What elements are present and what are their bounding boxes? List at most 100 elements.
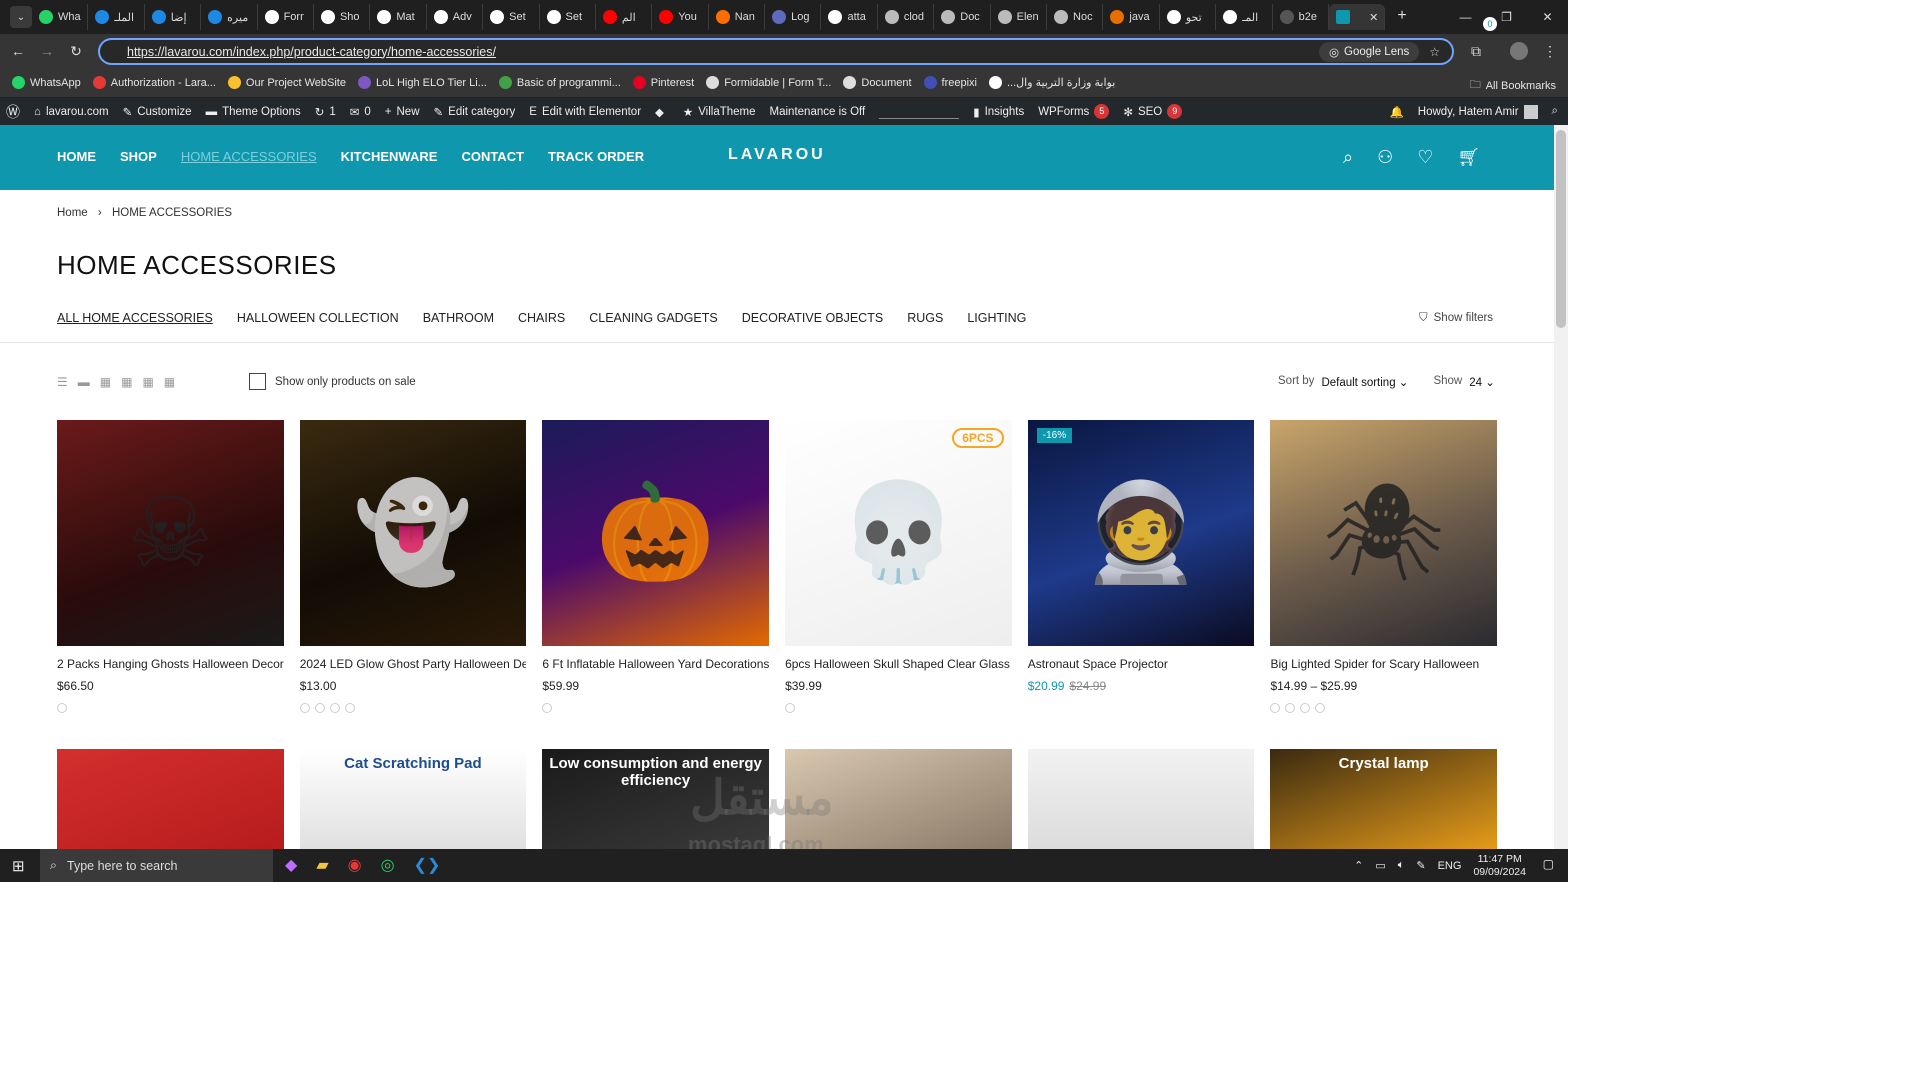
product-name[interactable]: Astronaut Space Projector [1028,657,1255,671]
subcategory-link[interactable]: ALL HOME ACCESSORIES [57,311,213,325]
browser-tab[interactable]: clod [878,4,935,30]
product-image[interactable]: 👻 [299,420,527,646]
product-image[interactable] [1027,749,1255,849]
product-name[interactable]: Big Lighted Spider for Scary Halloween [1270,657,1497,671]
grid-2-view-icon[interactable]: ▦ [100,375,111,389]
search-icon[interactable]: ⌕ [1343,147,1353,168]
browser-tab[interactable]: Nan [709,4,766,30]
network-icon[interactable]: ▭ [1375,859,1385,872]
subcategory-link[interactable]: BATHROOM [423,311,494,325]
admin-bar-item[interactable]: ↻ 1 [315,105,336,119]
swatch[interactable] [299,703,310,713]
grid-4-view-icon[interactable]: ▦ [142,375,153,389]
minimize-button[interactable]: — [1445,0,1486,34]
product-image[interactable]: 💀 6PCS [785,420,1012,646]
menu-icon[interactable]: ⋮ [1540,41,1560,61]
close-window-button[interactable]: ✕ [1527,0,1568,34]
bookmark-item[interactable]: LoL High ELO Tier Li... [357,76,487,89]
close-tab-icon[interactable]: ✕ [1369,11,1378,24]
all-bookmarks[interactable]: 🗀 All Bookmarks [1470,76,1556,95]
browser-tab[interactable]: الملـ [88,4,145,30]
admin-bar-item[interactable]: + New [385,106,420,118]
per-page-select[interactable]: 24 ⌄ [1469,375,1495,389]
swatch[interactable] [57,703,67,713]
list-view-icon[interactable]: ☰ [57,375,68,389]
product-name[interactable]: 2 Packs Hanging Ghosts Halloween Decor [57,657,284,671]
omnibox[interactable]: https://lavarou.com/index.php/product-ca… [98,38,1454,65]
browser-tab[interactable]: Mat [370,4,427,30]
notifications-bell-icon[interactable]: 🔔 [1389,105,1403,119]
chevron-up-icon[interactable]: ⌃ [1354,859,1363,872]
site-logo[interactable]: LAVAROU [728,146,826,164]
browser-tab[interactable]: المـ [1216,4,1273,30]
swatch[interactable] [1270,703,1281,713]
product-image[interactable]: 🧑‍🚀 -16% [1027,420,1255,646]
bookmark-item[interactable]: Document [843,76,912,89]
swatch[interactable] [1300,703,1311,713]
admin-bar-item[interactable]: ✎ Edit category [434,105,516,119]
product-card[interactable]: 🎃 6 Ft Inflatable Halloween Yard Decorati… [542,420,769,720]
product-name[interactable]: 6pcs Halloween Skull Shaped Clear Glass [785,657,1012,671]
nav-item[interactable]: KITCHENWARE [341,149,438,164]
swatch[interactable] [1285,703,1296,713]
browser-tab[interactable]: Noc [1047,4,1104,30]
bookmark-star-icon[interactable]: ☆ [1429,45,1440,59]
nav-item[interactable]: TRACK ORDER [548,149,644,164]
browser-tab[interactable]: atta [821,4,878,30]
admin-search-icon[interactable]: ⌕ [1552,105,1558,118]
browser-tab[interactable]: Elen [991,4,1048,30]
reload-button[interactable]: ↻ [66,41,86,61]
subcategory-link[interactable]: HALLOWEEN COLLECTION [237,311,399,325]
product-name[interactable]: 6 Ft Inflatable Halloween Yard Decoratio… [542,657,769,671]
admin-bar-item[interactable]: ⌂ lavarou.com [34,106,109,118]
subcategory-link[interactable]: CLEANING GADGETS [589,311,718,325]
on-sale-filter[interactable]: Show only products on sale [249,373,416,390]
product-card[interactable]: 🕷 Big Lighted Spider for Scary Halloween $… [1270,420,1497,720]
wishlist-heart-icon[interactable]: ♡ [1417,147,1433,168]
swatch[interactable] [314,703,325,713]
subcategory-link[interactable]: RUGS [907,311,943,325]
browser-tab[interactable]: Wha [32,4,89,30]
howdy-user[interactable]: Howdy, Hatem Amir [1418,104,1538,119]
nav-item[interactable]: HOME [57,149,96,164]
browser-tab[interactable]: You [652,4,709,30]
volume-icon[interactable]: 🔈︎ [1398,859,1405,872]
file-explorer-icon[interactable]: ▰ [316,855,328,875]
browser-tab[interactable]: Log [765,4,822,30]
account-icon[interactable]: ⚇ [1377,147,1393,168]
on-sale-checkbox[interactable] [249,373,266,390]
new-tab-button[interactable]: + [1392,6,1412,26]
google-lens-chip[interactable]: ◎ Google Lens [1318,41,1420,62]
browser-tab[interactable]: b2e [1273,4,1329,30]
admin-bar-item[interactable]: Maintenance is Off [770,106,866,118]
product-name[interactable]: 2024 LED Glow Ghost Party Halloween De [300,657,527,671]
browser-tab[interactable]: الم [596,4,653,30]
browser-tab[interactable]: تحو [1160,4,1217,30]
insights-link[interactable]: ▮ Insights [973,105,1024,119]
bookmark-item[interactable]: Formidable | Form T... [706,76,831,89]
extensions-icon[interactable]: ⧉ [1466,41,1486,61]
nav-item[interactable]: SHOP [120,149,157,164]
breadcrumb-home[interactable]: Home [57,207,88,219]
taskbar-search[interactable]: ⌕ Type here to search [40,849,273,882]
browser-tab-active[interactable]: ✕ [1328,4,1386,30]
url-text[interactable]: https://lavarou.com/index.php/product-ca… [127,45,1319,59]
clock[interactable]: 11:47 PM 09/09/2024 [1473,853,1526,879]
browser-tab[interactable]: java [1103,4,1160,30]
notifications-icon[interactable]: ▢ [1543,857,1554,871]
bookmark-item[interactable]: Our Project WebSite [227,76,346,89]
product-card[interactable]: ☠ 2 Packs Hanging Ghosts Halloween Decor $… [57,420,284,720]
wpforms-link[interactable]: WPForms 5 [1038,104,1110,119]
swatch[interactable] [542,703,553,713]
wordpress-logo-icon[interactable]: Ⓦ [6,102,20,122]
product-card[interactable]: 💀 6PCS 6pcs Halloween Skull Shaped Clear G… [785,420,1012,720]
bookmark-item[interactable]: ...بوابة وزارة التربية وال [989,76,1115,89]
swatch[interactable] [344,703,355,713]
admin-bar-item[interactable]: E Edit with Elementor [529,106,641,118]
browser-tab[interactable]: إضا [145,4,202,30]
swatch[interactable] [329,703,340,713]
subcategory-link[interactable]: DECORATIVE OBJECTS [742,311,883,325]
tab-search-button[interactable]: ⌄ [10,6,32,28]
sort-select[interactable]: Default sorting ⌄ [1321,375,1408,389]
product-image[interactable]: Cat Scratching Pad [299,749,527,849]
